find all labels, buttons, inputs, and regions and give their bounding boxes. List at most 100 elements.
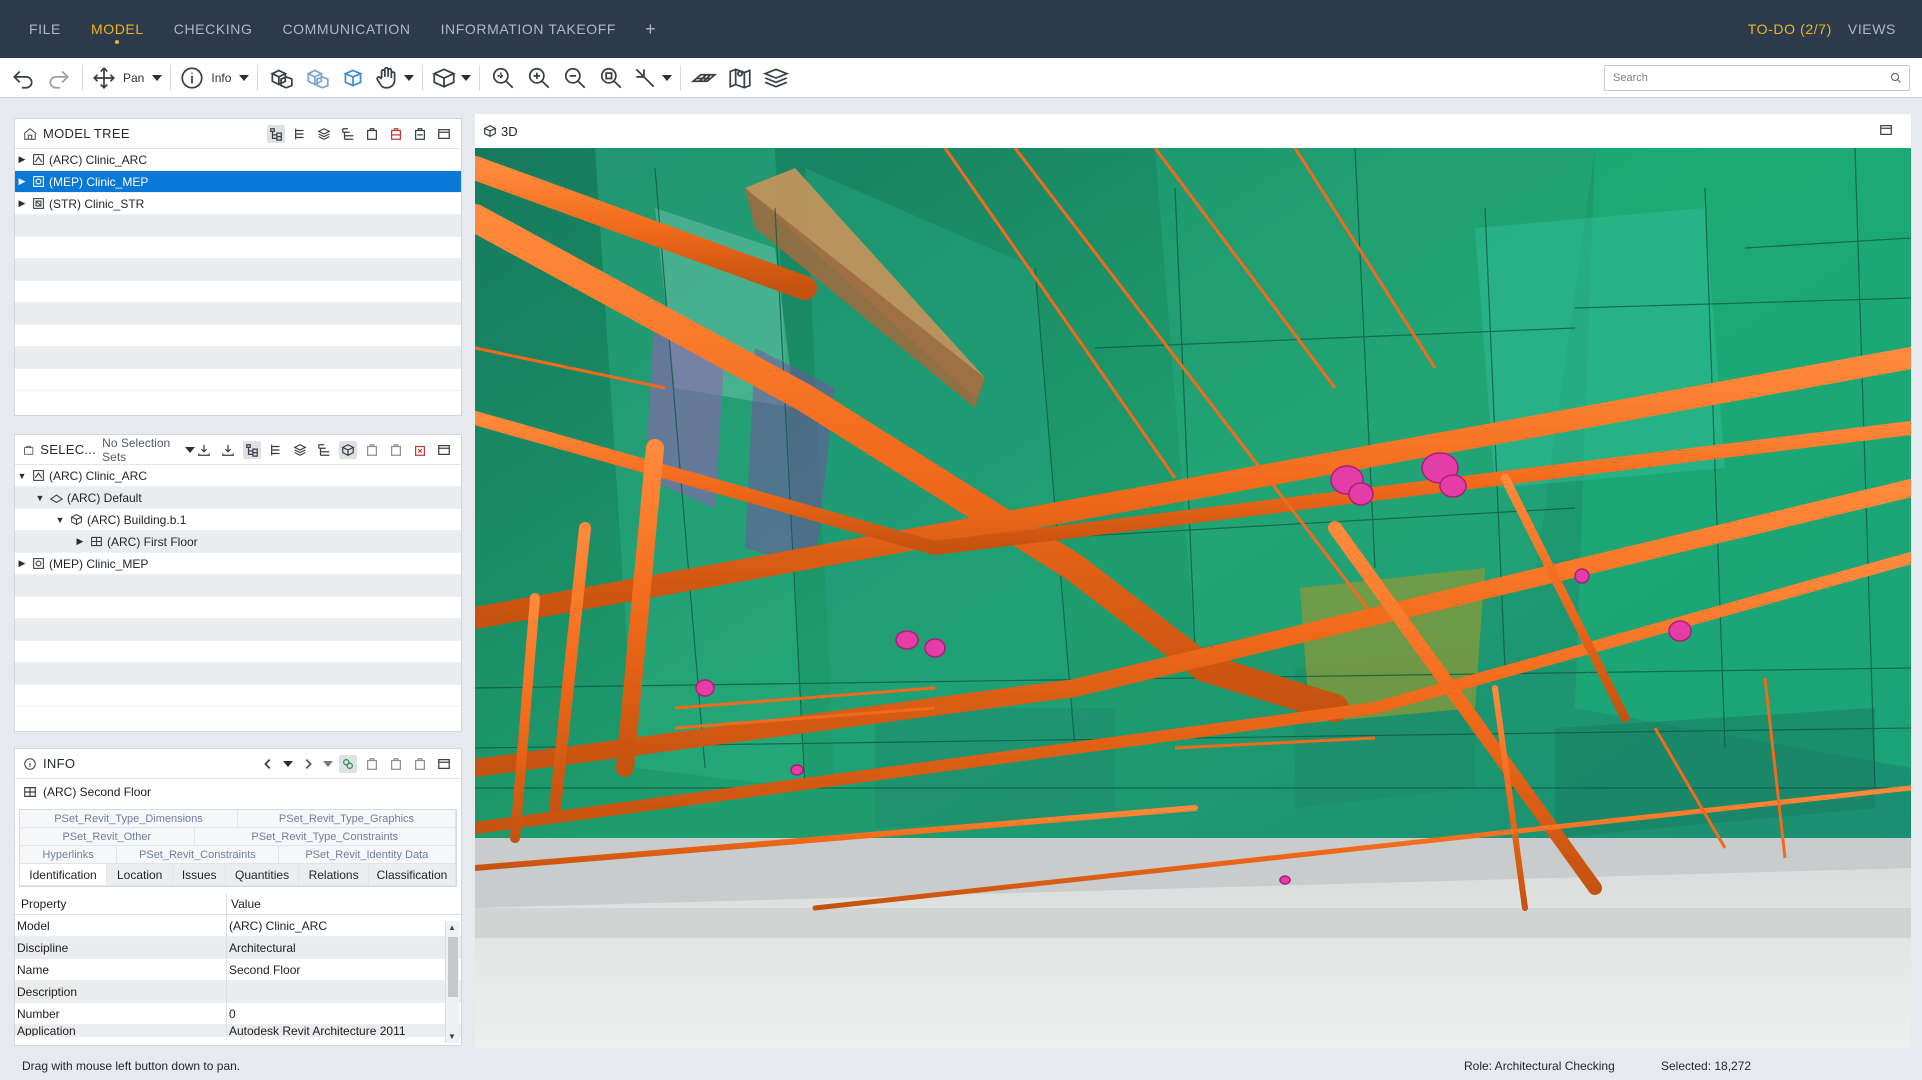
layers-button[interactable] <box>761 62 791 94</box>
chevron-down-icon[interactable] <box>662 74 673 81</box>
transparent-button[interactable] <box>302 62 332 94</box>
show-all-button[interactable] <box>266 62 296 94</box>
expand-arrow-icon[interactable]: ▶ <box>15 154 29 165</box>
show-items-button[interactable] <box>363 755 381 773</box>
tab-identification[interactable]: Identification <box>20 864 107 885</box>
tree-row[interactable]: ▼ (ARC) Default <box>15 487 461 509</box>
chevron-down-icon[interactable] <box>185 446 195 453</box>
tab-pset[interactable]: PSet_Revit_Type_Constraints <box>194 828 456 845</box>
tree-row[interactable]: ▶ (MEP) Clinic_MEP <box>15 553 461 575</box>
map-button[interactable] <box>725 62 755 94</box>
add-tab-button[interactable]: + <box>631 0 670 58</box>
tree-levels-button[interactable] <box>267 441 285 459</box>
collapse-arrow-icon[interactable]: ▼ <box>15 471 29 481</box>
tab-file[interactable]: FILE <box>0 0 76 58</box>
expand-arrow-icon[interactable]: ▶ <box>15 198 29 209</box>
column-header-property[interactable]: Property <box>15 893 227 914</box>
table-row[interactable]: Name Second Floor <box>15 959 461 981</box>
tab-pset[interactable]: PSet_Revit_Other <box>20 828 195 845</box>
views-button[interactable]: VIEWS <box>1848 21 1896 37</box>
maximize-panel-button[interactable] <box>435 441 453 459</box>
measure-button[interactable] <box>632 62 673 94</box>
collapse-arrow-icon[interactable]: ▼ <box>53 515 67 525</box>
cube-view-button[interactable] <box>339 440 357 459</box>
tree-row[interactable]: ▼ (ARC) Building.b.1 <box>15 509 461 531</box>
hide-items-button[interactable] <box>387 441 405 459</box>
show-items-button[interactable] <box>363 125 381 143</box>
tab-location[interactable]: Location <box>107 864 174 885</box>
isolate-items-button[interactable] <box>411 125 429 143</box>
tab-relations[interactable]: Relations <box>299 864 369 885</box>
floor-plan-button[interactable] <box>689 62 719 94</box>
link-selection-button[interactable] <box>339 754 357 773</box>
tab-information-takeoff[interactable]: INFORMATION TAKEOFF <box>426 0 632 58</box>
zoom-selected-button[interactable] <box>596 62 626 94</box>
chevron-down-icon[interactable] <box>404 74 415 81</box>
expand-arrow-icon[interactable]: ▶ <box>73 536 87 547</box>
selection-sets-dropdown[interactable]: No Selection Sets <box>102 436 179 464</box>
hide-button[interactable] <box>374 62 415 94</box>
pan-tool-button[interactable]: Pan <box>91 62 163 94</box>
table-row[interactable]: Model (ARC) Clinic_ARC <box>15 915 461 937</box>
delete-set-button[interactable] <box>411 441 429 459</box>
section-box-button[interactable] <box>431 62 472 94</box>
previous-button[interactable] <box>259 755 277 773</box>
tab-issues[interactable]: Issues <box>173 864 226 885</box>
scroll-up-icon[interactable]: ▲ <box>448 923 456 932</box>
tree-row[interactable]: ▶ (STR) Clinic_STR <box>15 193 461 215</box>
hide-items-button[interactable] <box>387 125 405 143</box>
undo-button[interactable] <box>8 62 38 94</box>
maximize-view-button[interactable] <box>1879 123 1897 140</box>
chevron-down-icon[interactable] <box>283 760 293 767</box>
tab-pset[interactable]: PSet_Revit_Identity Data <box>278 846 456 863</box>
tree-filter-button[interactable] <box>315 441 333 459</box>
table-row[interactable]: Number 0 <box>15 1003 461 1025</box>
tab-communication[interactable]: COMMUNICATION <box>267 0 425 58</box>
zoom-out-button[interactable] <box>560 62 590 94</box>
property-scrollbar[interactable]: ▲ ▼ <box>445 921 459 1043</box>
tree-row[interactable]: ▶ (ARC) Clinic_ARC <box>15 149 461 171</box>
info-tool-button[interactable]: Info <box>179 62 250 94</box>
show-items-button[interactable] <box>363 441 381 459</box>
hide-items-button[interactable] <box>387 755 405 773</box>
chevron-down-icon[interactable] <box>152 74 163 81</box>
redo-button[interactable] <box>44 62 74 94</box>
tab-model[interactable]: MODEL <box>76 0 159 58</box>
search-field[interactable] <box>1604 65 1910 91</box>
tab-pset[interactable]: PSet_Revit_Constraints <box>117 846 279 863</box>
scrollbar-thumb[interactable] <box>448 937 458 997</box>
search-input[interactable] <box>1613 72 1883 84</box>
tree-hierarchy-button[interactable] <box>267 124 285 143</box>
tab-pset[interactable]: PSet_Revit_Type_Graphics <box>238 810 456 827</box>
table-row[interactable]: Application Autodesk Revit Architecture … <box>15 1025 461 1037</box>
tab-pset[interactable]: Hyperlinks <box>20 846 118 863</box>
tab-checking[interactable]: CHECKING <box>159 0 268 58</box>
expand-arrow-icon[interactable]: ▶ <box>15 176 29 187</box>
import-button[interactable] <box>195 441 213 459</box>
chevron-down-icon[interactable] <box>323 760 333 767</box>
tree-row[interactable]: ▼ (ARC) Clinic_ARC <box>15 465 461 487</box>
export-button[interactable] <box>219 441 237 459</box>
chevron-down-icon[interactable] <box>239 74 250 81</box>
tree-layers-button[interactable] <box>291 441 309 459</box>
maximize-panel-button[interactable] <box>435 125 453 143</box>
isolate-items-button[interactable] <box>411 755 429 773</box>
tree-hierarchy-button[interactable] <box>243 440 261 459</box>
tree-filter-button[interactable] <box>339 125 357 143</box>
zoom-fit-button[interactable] <box>488 62 518 94</box>
tab-pset[interactable]: PSet_Revit_Type_Dimensions <box>20 810 238 827</box>
table-row[interactable]: Discipline Architectural <box>15 937 461 959</box>
column-header-value[interactable]: Value <box>227 893 461 914</box>
tab-classification[interactable]: Classification <box>368 864 456 885</box>
chevron-down-icon[interactable] <box>461 74 472 81</box>
collapse-arrow-icon[interactable]: ▼ <box>33 493 47 503</box>
tree-row[interactable]: ▶ (ARC) First Floor <box>15 531 461 553</box>
expand-arrow-icon[interactable]: ▶ <box>15 558 29 569</box>
scroll-down-icon[interactable]: ▼ <box>448 1032 456 1041</box>
maximize-panel-button[interactable] <box>435 755 453 773</box>
tree-row[interactable]: ▶ (MEP) Clinic_MEP <box>15 171 461 193</box>
todo-button[interactable]: TO-DO (2/7) <box>1748 21 1832 37</box>
isolate-button[interactable] <box>338 62 368 94</box>
table-row[interactable]: Description <box>15 981 461 1003</box>
tab-quantities[interactable]: Quantities <box>225 864 300 885</box>
